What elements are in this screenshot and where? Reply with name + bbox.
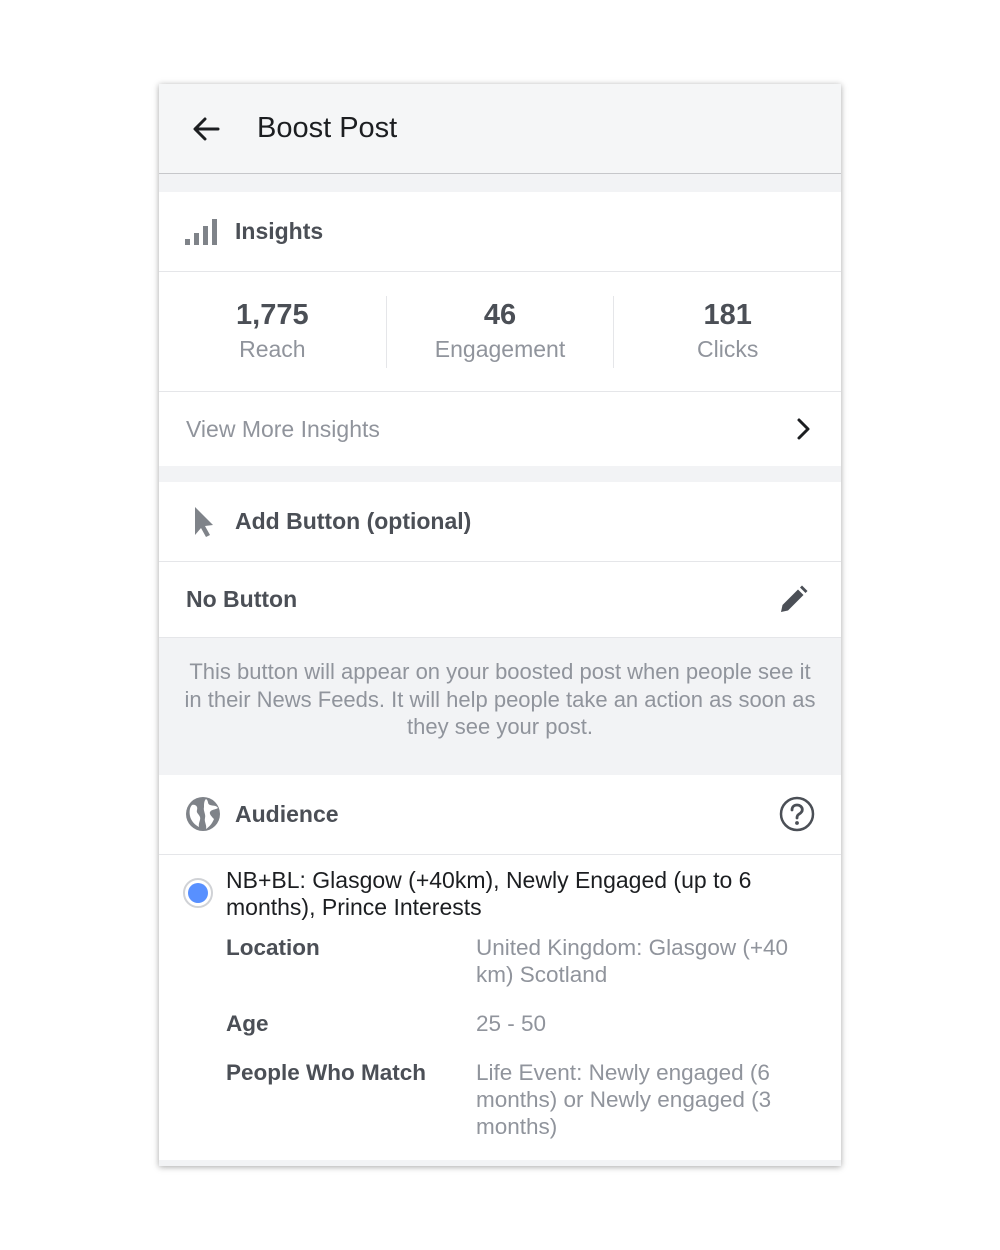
button-selection-row[interactable]: No Button (159, 562, 841, 638)
detail-value: 25 - 50 (476, 1010, 547, 1036)
detail-key: People Who Match (226, 1059, 427, 1085)
current-button-value: No Button (186, 586, 298, 612)
audience-option-name[interactable]: NB+BL: Glasgow (+40km), Newly Engaged (u… (226, 867, 815, 921)
stat-value: 1,775 (236, 298, 309, 331)
detail-key: Location (226, 934, 320, 960)
pencil-icon (781, 585, 808, 612)
question-circle-icon (779, 796, 815, 832)
stat-clicks: 181 Clicks (613, 295, 841, 368)
top-bar: Boost Post (159, 84, 841, 174)
detail-value: Life Event: Newly engaged (6 months) or … (476, 1059, 772, 1139)
radio-selected-indicator (188, 882, 208, 903)
audience-detail-location: Location United Kingdom: Glasgow (+40 km… (226, 934, 815, 988)
audience-radio[interactable] (183, 877, 213, 908)
stat-value: 46 (483, 298, 517, 331)
insights-card: Insights 1,775 Reach 46 Engagement 181 C… (159, 192, 841, 466)
audience-title: Audience (235, 800, 339, 827)
arrow-left-icon (193, 117, 220, 140)
view-more-insights-link[interactable]: View More Insights (159, 392, 841, 466)
insights-stats: 1,775 Reach 46 Engagement 181 Clicks (159, 272, 841, 392)
insights-title: Insights (235, 218, 324, 244)
view-more-insights-label: View More Insights (186, 415, 380, 442)
audience-header: Audience (159, 775, 841, 855)
help-button[interactable] (777, 794, 817, 834)
detail-value: United Kingdom: Glasgow (+40 km) Scotlan… (476, 934, 789, 987)
stat-value: 181 (703, 298, 752, 331)
add-button-title: Add Button (optional) (235, 508, 472, 534)
spacer (159, 174, 841, 192)
back-button[interactable] (181, 104, 231, 154)
edit-button[interactable] (771, 578, 815, 622)
stat-label: Engagement (434, 335, 566, 362)
button-hint-text: This button will appear on your boosted … (159, 638, 841, 775)
globe-icon (183, 794, 223, 834)
boost-post-screen: Boost Post Insights 1,775 Reach 46 Engag… (159, 84, 841, 1166)
audience-card: Audience NB+BL: Glasgow (+40km), Newly E… (159, 774, 841, 1160)
insights-header: Insights (159, 192, 841, 272)
audience-option-body: NB+BL: Glasgow (+40km), Newly Engaged (u… (226, 867, 815, 1140)
audience-options: NB+BL: Glasgow (+40km), Newly Engaged (u… (159, 854, 841, 1160)
stat-label: Reach (239, 335, 306, 362)
stat-engagement: 46 Engagement (385, 295, 614, 368)
audience-detail-people-who-match: People Who Match Life Event: Newly engag… (226, 1059, 815, 1140)
stat-label: Clicks (697, 335, 759, 362)
cursor-pointer-icon (183, 502, 223, 542)
spacer (159, 466, 841, 482)
page-title: Boost Post (257, 112, 398, 144)
detail-key: Age (226, 1010, 269, 1036)
signal-bars-icon (183, 212, 223, 252)
add-button-header: Add Button (optional) (159, 482, 841, 562)
chevron-right-icon (797, 418, 810, 440)
audience-option: NB+BL: Glasgow (+40km), Newly Engaged (u… (183, 867, 815, 1140)
stat-reach: 1,775 Reach (159, 296, 386, 368)
audience-detail-age: Age 25 - 50 (226, 1010, 815, 1037)
add-button-card: Add Button (optional) No Button (159, 482, 841, 638)
